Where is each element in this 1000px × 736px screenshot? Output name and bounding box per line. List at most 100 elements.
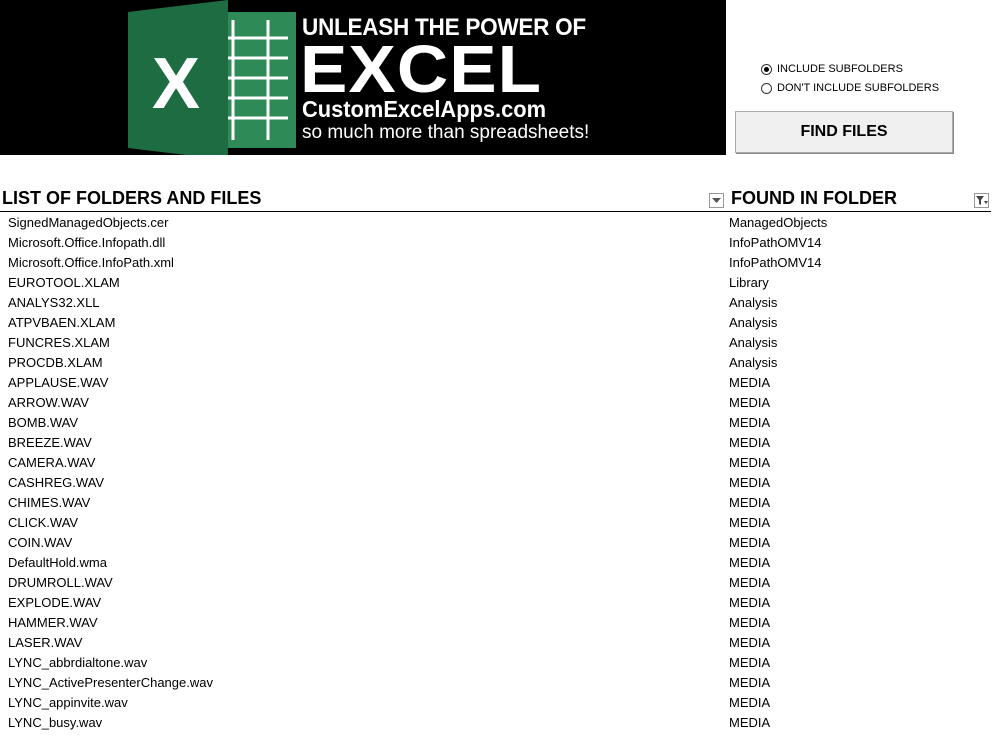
table-row[interactable]: Microsoft.Office.InfoPath.xml InfoPathOMV… [0,253,1000,273]
folder-name-cell[interactable]: Library [729,275,769,290]
file-name-cell[interactable]: ANALYS32.XLL [8,295,100,310]
table-row[interactable]: BOMB.WAV MEDIA [0,413,1000,433]
file-name-cell[interactable]: BOMB.WAV [8,415,78,430]
file-name-cell[interactable]: SignedManagedObjects.cer [8,215,168,230]
file-name-cell[interactable]: LYNC_ActivePresenterChange.wav [8,675,213,690]
dont-include-subfolders-radio[interactable] [761,82,772,94]
files-filter-dropdown[interactable] [709,193,724,208]
file-name-cell[interactable]: CHIMES.WAV [8,495,90,510]
folder-name-cell[interactable]: MEDIA [729,395,770,410]
dont-include-subfolders-option[interactable]: DON'T INCLUDE SUBFOLDERS [761,82,939,94]
file-name-cell[interactable]: BREEZE.WAV [8,435,92,450]
header-divider [0,211,991,212]
table-row[interactable]: BREEZE.WAV MEDIA [0,433,1000,453]
file-name-cell[interactable]: COIN.WAV [8,535,72,550]
file-name-cell[interactable]: Microsoft.Office.InfoPath.xml [8,255,174,270]
table-row[interactable]: APPLAUSE.WAV MEDIA [0,373,1000,393]
folder-name-cell[interactable]: MEDIA [729,575,770,590]
banner-title: EXCEL [300,32,543,107]
column-header-files: LIST OF FOLDERS AND FILES [2,188,262,208]
folder-name-cell[interactable]: MEDIA [729,695,770,710]
table-row[interactable]: CLICK.WAV MEDIA [0,513,1000,533]
table-row[interactable]: Microsoft.Office.Infopath.dll InfoPathOMV… [0,233,1000,253]
file-name-cell[interactable]: DefaultHold.wma [8,555,107,570]
include-subfolders-label: INCLUDE SUBFOLDERS [777,63,903,75]
file-name-cell[interactable]: HAMMER.WAV [8,615,98,630]
file-name-cell[interactable]: ATPVBAEN.XLAM [8,315,115,330]
table-row[interactable]: LYNC_busy.wav MEDIA [0,713,1000,733]
excel-logo-icon: X [128,0,296,155]
dont-include-subfolders-label: DON'T INCLUDE SUBFOLDERS [777,82,940,94]
banner-website: CustomExcelApps.com [302,96,547,122]
table-row[interactable]: ANALYS32.XLL Analysis [0,293,1000,313]
folder-name-cell[interactable]: MEDIA [729,495,770,510]
folder-name-cell[interactable]: MEDIA [729,595,770,610]
include-subfolders-radio[interactable] [761,63,772,75]
folder-name-cell[interactable]: MEDIA [729,655,770,670]
table-row[interactable]: LYNC_ActivePresenterChange.wav MEDIA [0,673,1000,693]
file-name-cell[interactable]: APPLAUSE.WAV [8,375,108,390]
folder-name-cell[interactable]: InfoPathOMV14 [729,255,822,270]
file-name-cell[interactable]: CASHREG.WAV [8,475,104,490]
file-name-cell[interactable]: Microsoft.Office.Infopath.dll [8,235,165,250]
file-list: SignedManagedObjects.cer ManagedObjects Mi… [0,213,1000,733]
table-row[interactable]: SignedManagedObjects.cer ManagedObjects [0,213,1000,233]
folder-name-cell[interactable]: Analysis [729,335,777,350]
banner-slogan: so much more than spreadsheets! [302,122,590,143]
table-row[interactable]: CHIMES.WAV MEDIA [0,493,1000,513]
folder-name-cell[interactable]: ManagedObjects [729,215,827,230]
folder-name-cell[interactable]: MEDIA [729,715,770,730]
include-subfolders-option[interactable]: INCLUDE SUBFOLDERS [761,63,903,75]
folder-name-cell[interactable]: Analysis [729,355,777,370]
table-row[interactable]: EXPLODE.WAV MEDIA [0,593,1000,613]
table-row[interactable]: LYNC_appinvite.wav MEDIA [0,693,1000,713]
table-row[interactable]: COIN.WAV MEDIA [0,533,1000,553]
column-header-folder: FOUND IN FOLDER [731,188,897,208]
file-name-cell[interactable]: FUNCRES.XLAM [8,335,110,350]
filter-icon [975,195,988,205]
file-name-cell[interactable]: PROCDB.XLAM [8,355,103,370]
file-name-cell[interactable]: CAMERA.WAV [8,455,95,470]
table-row[interactable]: HAMMER.WAV MEDIA [0,613,1000,633]
folder-name-cell[interactable]: Analysis [729,315,777,330]
svg-text:X: X [152,44,200,124]
table-row[interactable]: ARROW.WAV MEDIA [0,393,1000,413]
folder-name-cell[interactable]: MEDIA [729,415,770,430]
folder-name-cell[interactable]: MEDIA [729,475,770,490]
file-name-cell[interactable]: LYNC_busy.wav [8,715,102,730]
table-row[interactable]: LYNC_abbrdialtone.wav MEDIA [0,653,1000,673]
file-name-cell[interactable]: EUROTOOL.XLAM [8,275,120,290]
folder-name-cell[interactable]: MEDIA [729,615,770,630]
folder-name-cell[interactable]: MEDIA [729,535,770,550]
folder-name-cell[interactable]: Analysis [729,295,777,310]
file-name-cell[interactable]: LYNC_abbrdialtone.wav [8,655,147,670]
find-files-button[interactable]: FIND FILES [735,111,953,153]
table-row[interactable]: DRUMROLL.WAV MEDIA [0,573,1000,593]
radio-selected-dot [764,66,769,72]
table-row[interactable]: ATPVBAEN.XLAM Analysis [0,313,1000,333]
chevron-down-icon [712,197,721,203]
file-name-cell[interactable]: CLICK.WAV [8,515,78,530]
folder-name-cell[interactable]: MEDIA [729,455,770,470]
folder-name-cell[interactable]: MEDIA [729,375,770,390]
folder-name-cell[interactable]: InfoPathOMV14 [729,235,822,250]
folder-name-cell[interactable]: MEDIA [729,635,770,650]
table-row[interactable]: LASER.WAV MEDIA [0,633,1000,653]
folder-name-cell[interactable]: MEDIA [729,555,770,570]
table-row[interactable]: FUNCRES.XLAM Analysis [0,333,1000,353]
table-row[interactable]: DefaultHold.wma MEDIA [0,553,1000,573]
table-row[interactable]: PROCDB.XLAM Analysis [0,353,1000,373]
file-name-cell[interactable]: ARROW.WAV [8,395,89,410]
file-name-cell[interactable]: EXPLODE.WAV [8,595,101,610]
file-name-cell[interactable]: DRUMROLL.WAV [8,575,113,590]
folder-name-cell[interactable]: MEDIA [729,435,770,450]
banner: X UNLEASH THE POWER OF EXCEL CustomExcel… [0,0,726,155]
folder-filter-dropdown[interactable] [974,193,989,208]
table-row[interactable]: CAMERA.WAV MEDIA [0,453,1000,473]
file-name-cell[interactable]: LYNC_appinvite.wav [8,695,128,710]
table-row[interactable]: CASHREG.WAV MEDIA [0,473,1000,493]
folder-name-cell[interactable]: MEDIA [729,675,770,690]
table-row[interactable]: EUROTOOL.XLAM Library [0,273,1000,293]
folder-name-cell[interactable]: MEDIA [729,515,770,530]
file-name-cell[interactable]: LASER.WAV [8,635,82,650]
